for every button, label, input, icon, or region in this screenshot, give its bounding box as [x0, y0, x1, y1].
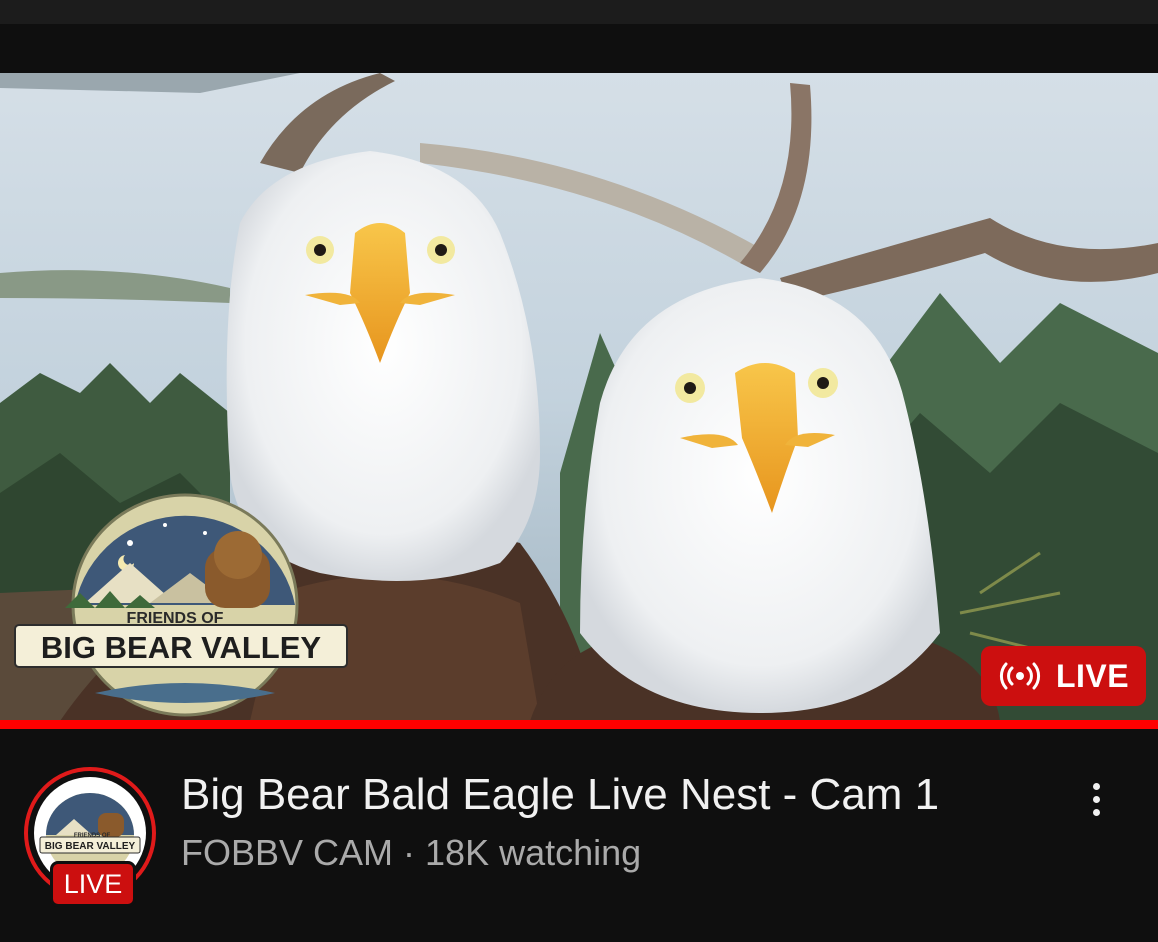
more-vert-icon[interactable]	[1078, 771, 1114, 827]
more-dot	[1092, 795, 1100, 803]
live-progress-bar[interactable]	[0, 720, 1158, 729]
status-bar	[0, 0, 1158, 24]
more-dot	[1092, 808, 1100, 816]
video-details[interactable]: FRIENDS OF BIG BEAR VALLEY LIVE Big Bear…	[0, 729, 1158, 942]
more-dot	[1092, 782, 1100, 790]
avatar-live-badge: LIVE	[50, 861, 136, 907]
channel-avatar[interactable]: FRIENDS OF BIG BEAR VALLEY LIVE	[24, 767, 156, 907]
live-badge-label: LIVE	[1055, 657, 1130, 694]
video-player[interactable]: FRIENDS OF BIG BEAR VALLEY	[0, 73, 1158, 721]
avatar-logo-line2: BIG BEAR VALLEY	[45, 841, 136, 852]
avatar-logo-line1: FRIENDS OF	[74, 833, 111, 839]
video-subtitle[interactable]: FOBBV CAM · 18K watching	[181, 830, 641, 876]
watermark-line2: BIG BEAR VALLEY	[41, 630, 321, 665]
broadcast-icon	[999, 662, 1041, 690]
watermark-line1: FRIENDS OF	[127, 610, 224, 627]
video-title[interactable]: Big Bear Bald Eagle Live Nest - Cam 1	[181, 767, 1041, 823]
video-frame: FRIENDS OF BIG BEAR VALLEY	[0, 73, 1158, 721]
live-badge[interactable]: LIVE	[981, 646, 1146, 706]
